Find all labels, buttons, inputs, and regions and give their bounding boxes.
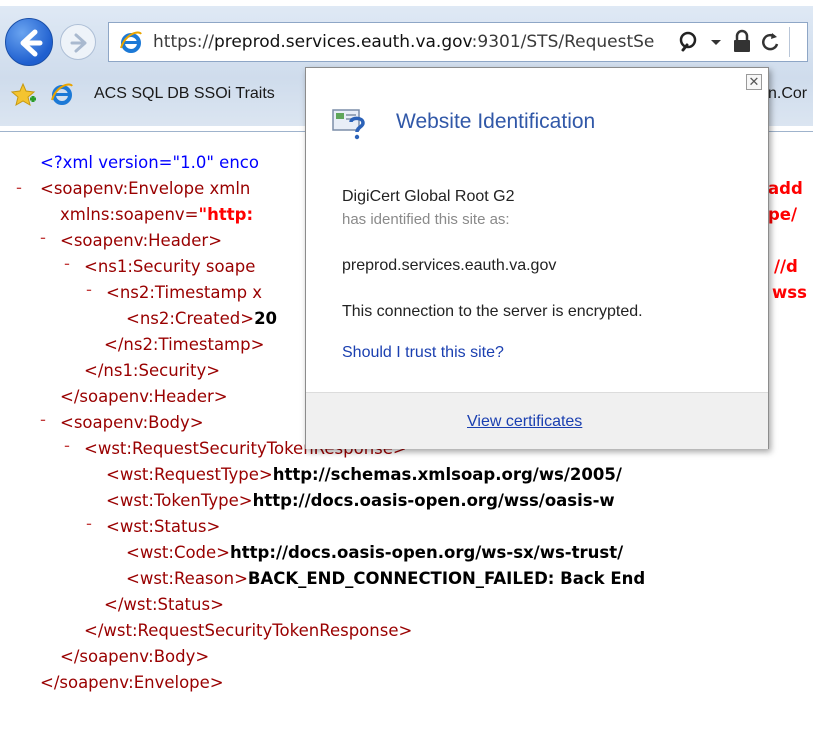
collapse-toggle[interactable]: -: [86, 514, 92, 533]
view-certificates-link[interactable]: View certificates: [467, 413, 582, 431]
back-arrow-icon: [20, 29, 43, 57]
address-bar[interactable]: https://preprod.services.eauth.va.gov:93…: [108, 22, 808, 62]
refresh-icon[interactable]: [759, 29, 781, 55]
collapse-toggle[interactable]: -: [64, 254, 70, 273]
website-identification-popup: ✕ Website Identification DigiCert Global…: [305, 67, 769, 449]
favorites-star-icon[interactable]: [10, 82, 40, 108]
identified-label: has identified this site as:: [342, 211, 510, 228]
security-open: <ns1:Security soape: [84, 257, 256, 276]
envelope-open: <soapenv:Envelope xmln: [40, 179, 251, 198]
envelope-xmlns: xmlns:soapenv="http:: [60, 205, 254, 224]
back-button[interactable]: [5, 18, 53, 66]
xml-declaration: <?xml version="1.0" enco: [40, 153, 259, 172]
popup-title: Website Identification: [396, 110, 596, 133]
forward-arrow-icon: [70, 33, 87, 53]
tokentype-element: <wst:TokenType>http://docs.oasis-open.or…: [106, 491, 615, 510]
identified-site: preprod.services.eauth.va.gov: [342, 257, 557, 274]
close-icon[interactable]: ✕: [746, 74, 762, 90]
created-element: <ns2:Created>20: [126, 309, 278, 328]
collapse-toggle[interactable]: -: [86, 280, 92, 299]
collapse-toggle[interactable]: -: [16, 150, 22, 226]
timestamp-open: <ns2:Timestamp x: [106, 283, 263, 302]
popup-footer: View certificates: [306, 392, 768, 449]
envelope-attr-fragment: add: [768, 179, 803, 198]
url-text[interactable]: https://preprod.services.eauth.va.gov:93…: [153, 32, 673, 52]
encryption-status: This connection to the server is encrypt…: [342, 303, 643, 320]
lock-icon[interactable]: [731, 29, 753, 55]
collapse-toggle[interactable]: -: [64, 436, 70, 455]
certificate-issuer: DigiCert Global Root G2: [342, 188, 515, 205]
status-open: <wst:Status>: [106, 517, 221, 536]
search-icon[interactable]: [677, 29, 703, 55]
status-close: </wst:Status>: [104, 595, 224, 614]
address-tools: [673, 27, 807, 57]
security-close: </ns1:Security>: [84, 361, 221, 380]
header-open: <soapenv:Header>: [60, 231, 223, 250]
rstr-close: </wst:RequestSecurityTokenResponse>: [84, 621, 413, 640]
timestamp-attr-fragment: wss: [772, 283, 807, 302]
envelope-close: </soapenv:Envelope>: [40, 673, 224, 692]
ie-logo-icon: [120, 31, 142, 53]
header-close: </soapenv:Header>: [60, 387, 228, 406]
collapse-toggle[interactable]: -: [40, 410, 46, 429]
site-info-icon: [332, 109, 365, 140]
ie-favorite-icon: [51, 83, 73, 105]
trust-site-link[interactable]: Should I trust this site?: [342, 344, 504, 362]
favorites-item-fragment[interactable]: n.Cor: [768, 85, 807, 103]
chevron-down-icon[interactable]: [709, 29, 723, 55]
forward-button[interactable]: [60, 24, 96, 60]
code-element: <wst:Code>http://docs.oasis-open.org/ws-…: [126, 543, 624, 562]
security-attr-fragment: //d: [774, 257, 798, 276]
collapse-toggle[interactable]: -: [40, 228, 46, 247]
envelope-xmlns-fragment: pe/: [768, 205, 798, 224]
favorites-item[interactable]: ACS SQL DB SSOi Traits: [94, 85, 275, 103]
body-open: <soapenv:Body>: [60, 413, 204, 432]
body-close: </soapenv:Body>: [60, 647, 210, 666]
nav-bar: https://preprod.services.eauth.va.gov:93…: [0, 6, 813, 70]
requesttype-element: <wst:RequestType>http://schemas.xmlsoap.…: [106, 465, 622, 484]
timestamp-close: </ns2:Timestamp>: [104, 335, 265, 354]
reason-element: <wst:Reason>BACK_END_CONNECTION_FAILED: …: [126, 569, 646, 588]
